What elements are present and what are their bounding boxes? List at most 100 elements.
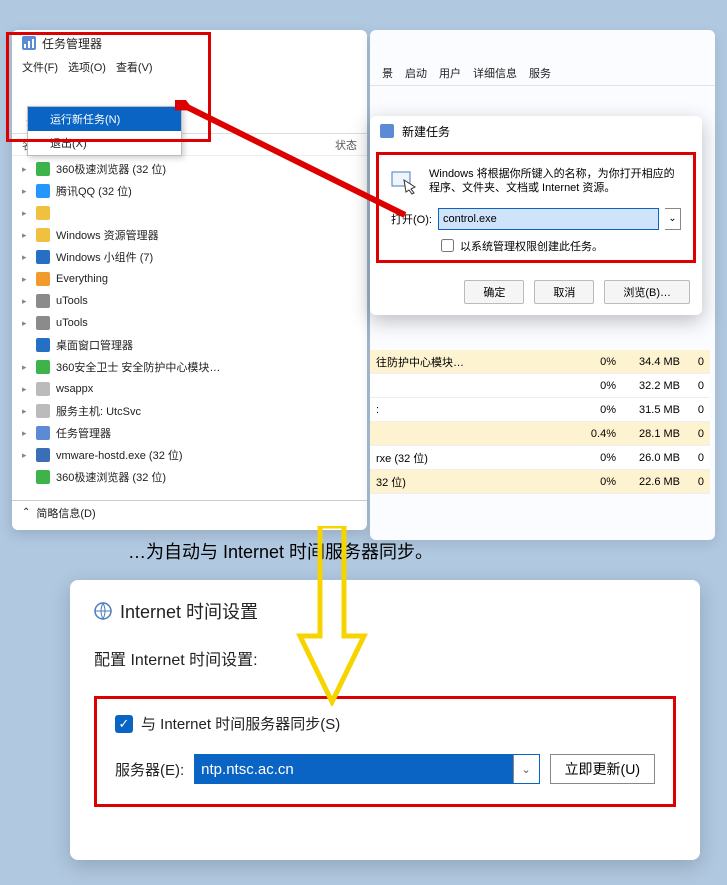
process-row[interactable]: ▸ uTools <box>12 312 367 334</box>
process-row[interactable]: ▸Windows 小组件 (7) <box>12 246 367 268</box>
expand-icon[interactable]: ▸ <box>22 406 30 417</box>
open-input[interactable] <box>438 208 659 230</box>
its-subtitle: 配置 Internet 时间设置: <box>94 646 676 670</box>
right-window-tabs: 景 启动 用户 详细信息 服务 <box>370 30 715 86</box>
process-icon <box>36 404 50 418</box>
menu-options[interactable]: 选项(O) <box>68 59 106 75</box>
process-row[interactable]: ▸ <box>12 202 367 224</box>
update-now-button[interactable]: 立即更新(U) <box>550 754 655 784</box>
expand-icon[interactable]: ▸ <box>22 186 30 197</box>
run-dialog-buttons: 确定 取消 浏览(B)… <box>370 269 702 315</box>
chevron-up-icon[interactable]: ⌃ <box>22 507 30 518</box>
process-row[interactable]: ▸Windows 资源管理器 <box>12 224 367 246</box>
cell-name: 32 位) <box>370 474 576 490</box>
tab-services-2[interactable]: 服务 <box>525 61 555 85</box>
process-row[interactable]: ▸wsappx <box>12 378 367 400</box>
its-titlebar: Internet 时间设置 <box>94 598 676 624</box>
table-row[interactable]: 32 位)0%22.6 MB0 <box>370 470 710 494</box>
table-row[interactable]: :0%31.5 MB0 <box>370 398 710 422</box>
admin-checkbox-row: 以系统管理权限创建此任务。 <box>391 238 681 254</box>
expand-icon[interactable]: ▸ <box>22 318 30 329</box>
task-manager-footer: ⌃ 简略信息(D) <box>12 500 367 524</box>
cell-last: 0 <box>688 428 710 440</box>
chevron-down-icon[interactable]: ⌄ <box>513 755 539 783</box>
table-row[interactable]: rxe (32 位)0%26.0 MB0 <box>370 446 710 470</box>
menu-view[interactable]: 查看(V) <box>116 59 153 75</box>
cell-memory: 32.2 MB <box>624 380 688 392</box>
expand-icon[interactable]: ▸ <box>22 252 30 263</box>
task-manager-window: 任务管理器 文件(F) 选项(O) 查看(V) 运行新任务(N) 退出(X) 动… <box>12 30 367 530</box>
process-name: uTools <box>56 317 88 329</box>
process-row[interactable]: ▸ uTools <box>12 290 367 312</box>
expand-icon[interactable]: ▸ <box>22 208 30 219</box>
footer-brief-info[interactable]: 简略信息(D) <box>36 505 95 521</box>
table-row[interactable]: 0.4%28.1 MB0 <box>370 422 710 446</box>
its-config-box: ✓ 与 Internet 时间服务器同步(S) 服务器(E): ⌄ 立即更新(U… <box>94 696 676 807</box>
table-row[interactable]: 往防护中心模块…0%34.4 MB0 <box>370 350 710 374</box>
server-input[interactable] <box>195 755 512 783</box>
expand-icon[interactable]: ▸ <box>22 230 30 241</box>
cell-last: 0 <box>688 452 710 464</box>
table-row[interactable]: 0%32.2 MB0 <box>370 374 710 398</box>
open-dropdown-icon[interactable]: ⌄ <box>665 208 681 230</box>
its-title: Internet 时间设置 <box>120 598 258 624</box>
process-row[interactable]: ▸ 360安全卫士 安全防护中心模块… <box>12 356 367 378</box>
process-icon <box>36 448 50 462</box>
process-row[interactable]: ▸360极速浏览器 (32 位) <box>12 158 367 180</box>
expand-icon[interactable]: ▸ <box>22 274 30 285</box>
column-status[interactable]: 状态 <box>335 137 357 153</box>
expand-icon[interactable]: ▸ <box>22 362 30 373</box>
server-label: 服务器(E): <box>115 759 184 780</box>
expand-icon[interactable]: ▸ <box>22 164 30 175</box>
expand-icon[interactable]: ▸ <box>22 428 30 439</box>
file-menu-dropdown: 运行新任务(N) 退出(X) <box>27 106 182 156</box>
expand-icon[interactable]: ▸ <box>22 450 30 461</box>
tab-users-2[interactable]: 用户 <box>435 61 465 85</box>
process-name: 360安全卫士 安全防护中心模块… <box>56 359 220 375</box>
process-icon <box>36 294 50 308</box>
menu-item-exit[interactable]: 退出(X) <box>28 131 181 155</box>
process-row[interactable]: ▸服务主机: UtcSvc <box>12 400 367 422</box>
cell-memory: 31.5 MB <box>624 404 688 416</box>
globe-clock-icon <box>94 602 112 620</box>
process-name: 腾讯QQ (32 位) <box>56 183 132 199</box>
tab-startup[interactable]: 启动 <box>401 61 431 85</box>
cell-last: 0 <box>688 380 710 392</box>
expand-icon[interactable]: ▸ <box>22 296 30 307</box>
cell-last: 0 <box>688 476 710 488</box>
process-name: uTools <box>56 295 88 307</box>
cell-name: 往防护中心模块… <box>370 354 576 370</box>
process-icon <box>36 382 50 396</box>
tab-details-2[interactable]: 详细信息 <box>469 61 521 85</box>
open-label: 打开(O): <box>391 211 432 227</box>
server-combobox: ⌄ <box>194 754 539 784</box>
run-new-task-dialog: 新建任务 Windows 将根据你所键入的名称，为你打开相应的程序、文件夹、文档… <box>370 116 702 315</box>
process-row[interactable]: ▸ 任务管理器 <box>12 422 367 444</box>
expand-icon[interactable]: ▸ <box>22 384 30 395</box>
menu-item-run-new-task[interactable]: 运行新任务(N) <box>28 107 181 131</box>
sync-checkbox[interactable]: ✓ <box>115 715 133 733</box>
ok-button[interactable]: 确定 <box>464 280 524 304</box>
process-row[interactable]: ▸Everything <box>12 268 367 290</box>
process-row[interactable]: 桌面窗口管理器 <box>12 334 367 356</box>
admin-checkbox[interactable] <box>441 239 454 252</box>
process-name: 任务管理器 <box>56 425 111 441</box>
task-manager-titlebar: 任务管理器 <box>12 30 367 56</box>
process-row[interactable]: ▸vmware-hostd.exe (32 位) <box>12 444 367 466</box>
sync-checkbox-row: ✓ 与 Internet 时间服务器同步(S) <box>115 713 655 734</box>
app-icon <box>380 124 394 138</box>
task-manager-menubar: 文件(F) 选项(O) 查看(V) <box>12 56 367 78</box>
browse-button[interactable]: 浏览(B)… <box>604 280 690 304</box>
process-icon <box>36 184 50 198</box>
menu-file[interactable]: 文件(F) <box>22 59 58 75</box>
process-row[interactable]: 360极速浏览器 (32 位) <box>12 466 367 488</box>
caption-text: …为自动与 Internet 时间服务器同步。 <box>128 538 433 564</box>
right-process-table: 往防护中心模块…0%34.4 MB00%32.2 MB0:0%31.5 MB00… <box>370 350 710 494</box>
cancel-button[interactable]: 取消 <box>534 280 594 304</box>
tab-partial-2[interactable]: 景 <box>378 61 397 85</box>
process-row[interactable]: ▸ 腾讯QQ (32 位) <box>12 180 367 202</box>
task-manager-icon <box>22 36 36 50</box>
internet-time-settings-dialog: Internet 时间设置 配置 Internet 时间设置: ✓ 与 Inte… <box>70 580 700 860</box>
run-dialog-description: Windows 将根据你所键入的名称，为你打开相应的程序、文件夹、文档或 Int… <box>429 167 681 196</box>
open-field-row: 打开(O): ⌄ <box>391 208 681 230</box>
